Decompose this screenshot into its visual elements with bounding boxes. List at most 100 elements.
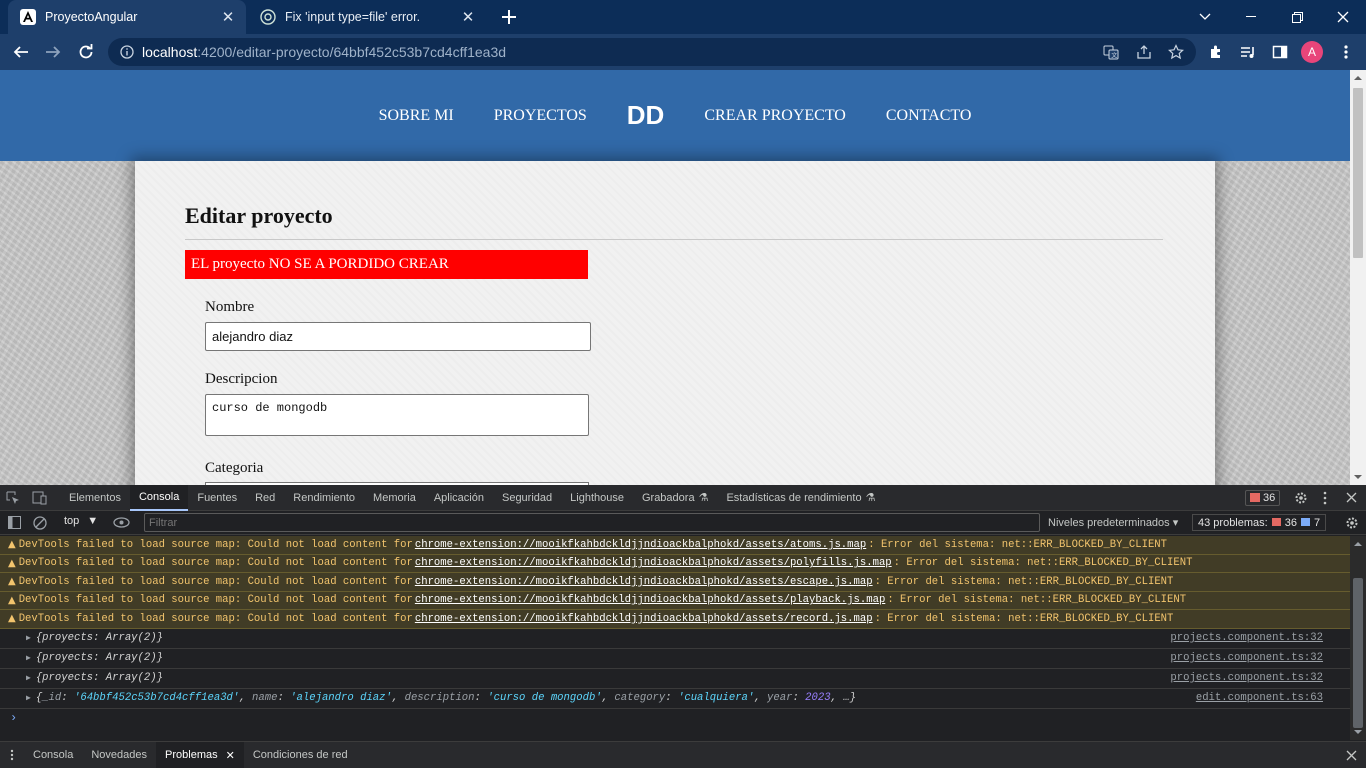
descripcion-label: Descripcion (205, 371, 278, 387)
drawer-tab-problemas[interactable]: Problemas ✕ (156, 742, 244, 768)
tab-search-icon[interactable] (1182, 0, 1228, 34)
devtools-tab-grabadora[interactable]: Grabadora ⚗ (633, 485, 717, 511)
settings-gear-icon[interactable] (1294, 491, 1308, 505)
extensions-icon[interactable] (1204, 40, 1228, 64)
forward-icon[interactable] (41, 40, 65, 64)
share-icon[interactable] (1132, 40, 1156, 64)
translate-icon[interactable]: 文 (1099, 40, 1123, 64)
clear-console-icon[interactable] (33, 516, 47, 530)
sidebar-toggle-icon[interactable] (8, 516, 21, 529)
nav-sobre-mi[interactable]: SOBRE MI (379, 107, 454, 125)
drawer-tab-novedades[interactable]: Novedades (82, 742, 156, 768)
profile-avatar[interactable]: A (1301, 41, 1323, 63)
browser-tab[interactable]: Fix 'input type=file' error. ✕ (248, 0, 486, 34)
bookmark-star-icon[interactable] (1164, 40, 1188, 64)
nombre-input[interactable] (205, 322, 591, 351)
source-map-link[interactable]: chrome-extension://mooikfkahbdckldjjndio… (415, 539, 866, 551)
log-source-link[interactable]: edit.component.ts:63 (1196, 692, 1323, 704)
devtools-tab-fuentes[interactable]: Fuentes (188, 485, 246, 511)
nav-contacto[interactable]: CONTACTO (886, 107, 972, 125)
warning-icon: ▲ (8, 576, 16, 588)
restore-icon[interactable] (1274, 0, 1320, 34)
console-warning: ▲ DevTools failed to load source map: Cou… (0, 573, 1350, 592)
devtools-tab-memoria[interactable]: Memoria (364, 485, 425, 511)
console-scrollbar[interactable] (1350, 536, 1366, 740)
expand-triangle-icon[interactable]: ▶ (26, 653, 31, 663)
nav-proyectos[interactable]: PROYECTOS (494, 107, 587, 125)
descripcion-textarea[interactable]: curso de mongodb (205, 394, 589, 436)
close-devtools-icon[interactable] (1346, 492, 1357, 503)
devtools-tab-seguridad[interactable]: Seguridad (493, 485, 561, 511)
nav-crear-proyecto[interactable]: CREAR PROYECTO (704, 107, 846, 125)
close-window-icon[interactable] (1320, 0, 1366, 34)
info-flag-icon (1300, 518, 1310, 526)
log-source-link[interactable]: projects.component.ts:32 (1170, 652, 1323, 664)
new-tab-icon[interactable] (500, 8, 518, 26)
console-filter-input[interactable] (144, 513, 1040, 532)
devtools-tab-estadisticas[interactable]: Estadísticas de rendimiento ⚗ (717, 485, 884, 511)
close-tab-icon[interactable]: ✕ (220, 9, 236, 26)
page-scrollbar[interactable] (1350, 70, 1366, 485)
page-scrollbar-thumb[interactable] (1353, 88, 1363, 258)
devtools-tab-lighthouse[interactable]: Lighthouse (561, 485, 633, 511)
context-selector[interactable]: top ▼ (64, 515, 98, 527)
devtools-tab-consola[interactable]: Consola (129, 484, 189, 511)
drawer-tab-consola[interactable]: Consola (24, 742, 82, 768)
browser-tab-active[interactable]: ProyectoAngular ✕ (8, 0, 246, 34)
expand-triangle-icon[interactable]: ▶ (26, 673, 31, 683)
drawer-tab-condiciones-de-red[interactable]: Condiciones de red (244, 742, 357, 768)
minimize-icon[interactable] (1228, 0, 1274, 34)
scroll-up-icon[interactable] (1354, 541, 1362, 547)
device-toolbar-icon[interactable] (26, 485, 54, 511)
source-map-link[interactable]: chrome-extension://mooikfkahbdckldjjndio… (415, 576, 873, 588)
log-source-link[interactable]: projects.component.ts:32 (1170, 672, 1323, 684)
menu-kebab-icon[interactable] (1334, 40, 1358, 64)
scroll-down-icon[interactable] (1354, 474, 1362, 480)
close-drawer-tab-icon[interactable]: ✕ (226, 749, 235, 762)
console-settings-icon[interactable] (1345, 516, 1359, 530)
svg-text:文: 文 (1111, 52, 1117, 60)
log-source-link[interactable]: projects.component.ts:32 (1170, 632, 1323, 644)
expand-triangle-icon[interactable]: ▶ (26, 633, 31, 643)
back-icon[interactable] (9, 40, 33, 64)
log-levels-dropdown[interactable]: Niveles predeterminados ▾ (1048, 516, 1178, 529)
site-header: SOBRE MI PROYECTOS DD CREAR PROYECTO CON… (0, 70, 1350, 161)
devtools-tab-red[interactable]: Red (246, 485, 284, 511)
categoria-label: Categoria (205, 460, 264, 476)
devtools-menu-icon[interactable] (1323, 491, 1327, 505)
title-divider (185, 239, 1163, 240)
site-logo[interactable]: DD (627, 100, 665, 131)
devtools-tab-elementos[interactable]: Elementos (60, 485, 130, 511)
close-tab-icon[interactable]: ✕ (460, 9, 476, 26)
console-prompt[interactable]: › (0, 709, 1350, 727)
inspect-element-icon[interactable] (0, 485, 26, 511)
devtools-tab-rendimiento[interactable]: Rendimiento (284, 485, 364, 511)
console-warning: ▲ DevTools failed to load source map: Cou… (0, 591, 1350, 610)
address-bar[interactable]: localhost:4200/editar-proyecto/64bbf452c… (108, 38, 1196, 66)
warning-icon: ▲ (8, 613, 16, 625)
issues-flag-icon (1250, 493, 1260, 502)
expand-triangle-icon[interactable]: ▶ (26, 693, 31, 703)
source-map-link[interactable]: chrome-extension://mooikfkahbdckldjjndio… (415, 557, 892, 569)
reload-icon[interactable] (74, 40, 98, 64)
devtools-tab-aplicacion[interactable]: Aplicación (425, 485, 493, 511)
console-scrollbar-thumb[interactable] (1353, 578, 1363, 728)
source-map-link[interactable]: chrome-extension://mooikfkahbdckldjjndio… (415, 594, 885, 606)
drawer-menu-icon[interactable] (0, 742, 24, 768)
browser-title-bar: ProyectoAngular ✕ Fix 'input type=file' … (0, 0, 1366, 34)
page-title: Editar proyecto (185, 203, 333, 228)
problems-counter[interactable]: 43 problemas: 36 7 (1192, 514, 1327, 531)
scroll-down-icon[interactable] (1354, 729, 1362, 735)
close-drawer-icon[interactable] (1346, 750, 1357, 761)
console-log-entry[interactable]: ▶ {proyects: Array(2)} projects.component.… (0, 649, 1350, 669)
scroll-up-icon[interactable] (1354, 75, 1362, 81)
side-panel-icon[interactable] (1268, 40, 1292, 64)
console-log-entry[interactable]: ▶ {proyects: Array(2)} projects.component.… (0, 669, 1350, 689)
media-control-icon[interactable] (1236, 40, 1260, 64)
console-log-entry[interactable]: ▶ {proyects: Array(2)} projects.component.… (0, 629, 1350, 649)
site-info-icon[interactable] (120, 45, 134, 59)
source-map-link[interactable]: chrome-extension://mooikfkahbdckldjjndio… (415, 613, 873, 625)
issues-badge[interactable]: 36 (1245, 490, 1281, 506)
live-expression-eye-icon[interactable] (113, 517, 130, 528)
console-object-entry[interactable]: ▶{_id: '64bbf452c53b7cd4cff1ea3d', name:… (0, 689, 1350, 709)
